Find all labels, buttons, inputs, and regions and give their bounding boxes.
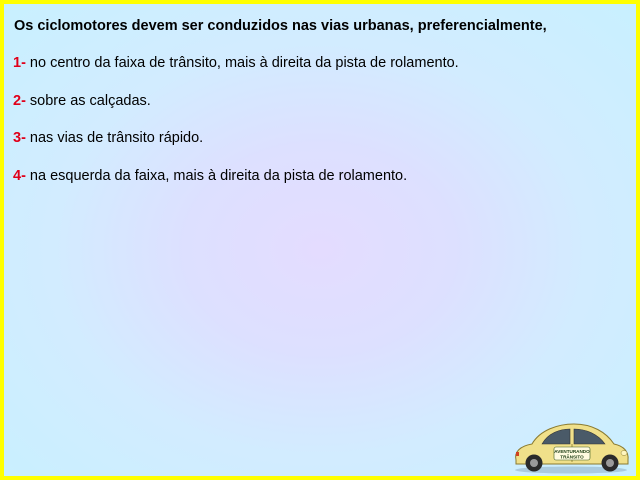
answer-option-1[interactable]: 1- no centro da faixa de trânsito, mais à…: [13, 54, 459, 92]
option-text: nas vias de trânsito rápido.: [29, 130, 204, 146]
option-text: sobre as calçadas.: [29, 92, 151, 109]
answer-option-4[interactable]: 4- na esquerda da faixa, mais à direita d…: [13, 167, 459, 205]
car-logo-icon: AVENTURANDO TRÂNSITO: [515, 423, 629, 474]
option-text: no centro da faixa de trânsito, mais à d…: [29, 55, 459, 71]
option-number: 2-: [13, 92, 26, 109]
answer-option-2[interactable]: 2- sobre as calçadas.: [13, 92, 459, 130]
answer-options-list: 1- no centro da faixa de trânsito, mais à…: [13, 54, 459, 204]
option-number: 3-: [13, 130, 26, 146]
question-text: Os ciclomotores devem ser conduzidos nas…: [14, 18, 547, 34]
car-logo-line2: TRÂNSITO: [560, 454, 584, 460]
option-number: 4-: [13, 167, 26, 184]
slide-frame: Os ciclomotores devem ser conduzidos nas…: [0, 0, 640, 480]
option-text: na esquerda da faixa, mais à direita da …: [29, 167, 408, 184]
option-number: 1-: [13, 55, 26, 71]
answer-option-3[interactable]: 3- nas vias de trânsito rápido.: [13, 129, 459, 167]
car-logo-line1: AVENTURANDO: [554, 449, 590, 454]
